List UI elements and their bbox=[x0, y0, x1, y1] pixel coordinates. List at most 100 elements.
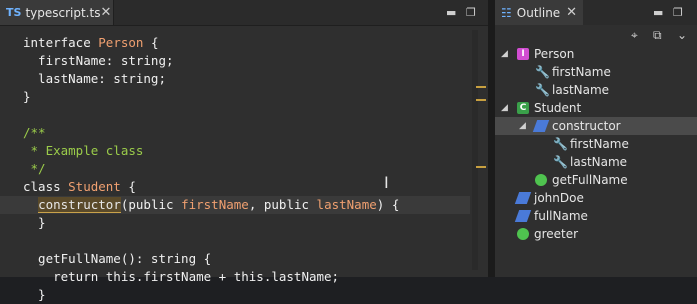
outline-node[interactable]: johnDoe bbox=[495, 189, 697, 207]
code-line[interactable]: } bbox=[0, 214, 470, 232]
variable-icon bbox=[514, 210, 532, 222]
code-token: constructor bbox=[38, 197, 121, 213]
code-token: } bbox=[23, 287, 46, 302]
maximize-icon[interactable]: ❐ bbox=[466, 6, 476, 19]
close-icon[interactable]: ✕ bbox=[566, 5, 577, 20]
code-token: ) { bbox=[376, 197, 400, 212]
outline-tab-label: Outline bbox=[516, 5, 561, 20]
expand-arrow-icon[interactable]: ◢ bbox=[519, 117, 526, 135]
code-token: firstName bbox=[181, 197, 249, 212]
code-token: lastName: string; bbox=[23, 71, 166, 86]
wrench-field-icon: 🔧 bbox=[535, 83, 550, 97]
outline-node-label: Person bbox=[534, 47, 575, 61]
outline-node-label: lastName bbox=[570, 155, 628, 169]
outline-node[interactable]: getFullName bbox=[495, 171, 697, 189]
overview-marker[interactable] bbox=[476, 99, 486, 101]
editor-tabbar: TS typescript.ts ✕ ▬ ❐ bbox=[0, 0, 488, 26]
collapse-all-icon[interactable]: ⧉ bbox=[653, 28, 662, 43]
text-cursor-icon: I bbox=[384, 173, 389, 192]
tab-label: typescript.ts bbox=[25, 5, 101, 20]
code-line[interactable]: class Student { bbox=[0, 178, 470, 196]
outline-panel: ☷ Outline ✕ ▬ ❐ ⌖ ⧉ ⌄ ◢ I Person 🔧 firstName… bbox=[494, 0, 697, 277]
minimize-icon[interactable]: ▬ bbox=[446, 6, 456, 19]
view-menu-icon[interactable]: ⌄ bbox=[677, 28, 687, 42]
code-token: lastName bbox=[316, 197, 377, 212]
outline-node[interactable]: ◢ I Person bbox=[495, 45, 697, 63]
close-icon[interactable]: ✕ bbox=[100, 5, 111, 20]
code-token: } bbox=[23, 215, 46, 230]
code-token: } bbox=[23, 89, 31, 104]
code-token: class bbox=[23, 179, 69, 194]
code-token: (public bbox=[120, 197, 182, 212]
method-icon bbox=[535, 174, 547, 186]
expand-arrow-icon[interactable]: ◢ bbox=[501, 45, 508, 63]
code-token: */ bbox=[23, 161, 46, 176]
code-line[interactable]: firstName: string; bbox=[0, 52, 470, 70]
method-icon bbox=[517, 228, 529, 240]
expand-arrow-icon[interactable]: ◢ bbox=[501, 99, 508, 117]
outline-icon: ☷ bbox=[501, 5, 512, 20]
maximize-icon[interactable]: ❐ bbox=[673, 6, 683, 19]
code-line[interactable]: interface Person { bbox=[0, 34, 470, 52]
code-token: interface bbox=[23, 35, 99, 50]
outline-node[interactable]: 🔧 lastName bbox=[495, 81, 697, 99]
code-token: Person bbox=[98, 35, 144, 50]
code-line[interactable]: } bbox=[0, 286, 470, 304]
outline-tabbar: ☷ Outline ✕ ▬ ❐ bbox=[495, 0, 697, 25]
outline-node-label: firstName bbox=[552, 65, 611, 79]
code-line[interactable]: */ bbox=[0, 160, 470, 178]
current-code-line[interactable]: constructor(public firstName, public las… bbox=[0, 196, 470, 214]
outline-toolbar: ⌖ ⧉ ⌄ bbox=[495, 28, 697, 46]
code-token: , public bbox=[248, 197, 317, 212]
outline-node-label: constructor bbox=[552, 119, 621, 133]
code-token: firstName: string; bbox=[23, 53, 174, 68]
editor-panel: TS typescript.ts ✕ ▬ ❐ interface Person … bbox=[0, 0, 488, 302]
code-line[interactable]: /** bbox=[0, 124, 470, 142]
variable-icon bbox=[532, 120, 550, 132]
code-line[interactable]: getFullName(): string { bbox=[0, 250, 470, 268]
code-line[interactable]: return this.firstName + this.lastName; bbox=[0, 268, 470, 286]
outline-node-label: fullName bbox=[534, 209, 588, 223]
code-token: /** bbox=[23, 125, 46, 140]
overview-ruler[interactable] bbox=[472, 30, 478, 270]
outline-node-label: lastName bbox=[552, 83, 610, 97]
outline-node[interactable]: 🔧 firstName bbox=[495, 135, 697, 153]
outline-node[interactable]: ◢ constructor bbox=[495, 117, 697, 135]
outline-node[interactable]: ◢ C Student bbox=[495, 99, 697, 117]
overview-marker[interactable] bbox=[476, 86, 486, 88]
code-line[interactable] bbox=[0, 106, 470, 124]
outline-node[interactable]: 🔧 firstName bbox=[495, 63, 697, 81]
code-token: Student bbox=[68, 179, 121, 194]
code-line[interactable]: } bbox=[0, 88, 470, 106]
tab-typescript-ts[interactable]: TS typescript.ts ✕ bbox=[0, 0, 114, 25]
overview-marker[interactable] bbox=[476, 166, 486, 168]
wrench-field-icon: 🔧 bbox=[553, 137, 568, 151]
code-token: * Example class bbox=[23, 143, 144, 158]
outline-node[interactable]: fullName bbox=[495, 207, 697, 225]
code-token: { bbox=[143, 35, 159, 50]
outline-node-label: firstName bbox=[570, 137, 629, 151]
class-icon: C bbox=[517, 102, 529, 114]
code-line[interactable]: lastName: string; bbox=[0, 70, 470, 88]
sort-icon[interactable]: ⌖ bbox=[631, 28, 638, 43]
code-line[interactable]: * Example class bbox=[0, 142, 470, 160]
tab-outline[interactable]: ☷ Outline ✕ bbox=[495, 0, 583, 25]
code-token: { bbox=[120, 179, 136, 194]
code-line[interactable] bbox=[0, 232, 470, 250]
variable-icon bbox=[514, 192, 532, 204]
wrench-field-icon: 🔧 bbox=[535, 65, 550, 79]
outline-node-label: getFullName bbox=[552, 173, 628, 187]
interface-icon: I bbox=[517, 48, 529, 60]
outline-node[interactable]: 🔧 lastName bbox=[495, 153, 697, 171]
code-token: getFullName(): string { bbox=[23, 251, 212, 266]
outline-tree[interactable]: ◢ I Person 🔧 firstName 🔧 lastName ◢ C Student ◢ con… bbox=[495, 45, 697, 243]
minimize-icon[interactable]: ▬ bbox=[653, 6, 663, 19]
wrench-field-icon: 🔧 bbox=[553, 155, 568, 169]
outline-node-label: greeter bbox=[534, 227, 579, 241]
typescript-file-icon: TS bbox=[6, 6, 22, 19]
code-area[interactable]: interface Person { firstName: string; la… bbox=[0, 34, 470, 304]
outline-node-label: Student bbox=[534, 101, 582, 115]
outline-node-label: johnDoe bbox=[534, 191, 584, 205]
outline-node[interactable]: greeter bbox=[495, 225, 697, 243]
